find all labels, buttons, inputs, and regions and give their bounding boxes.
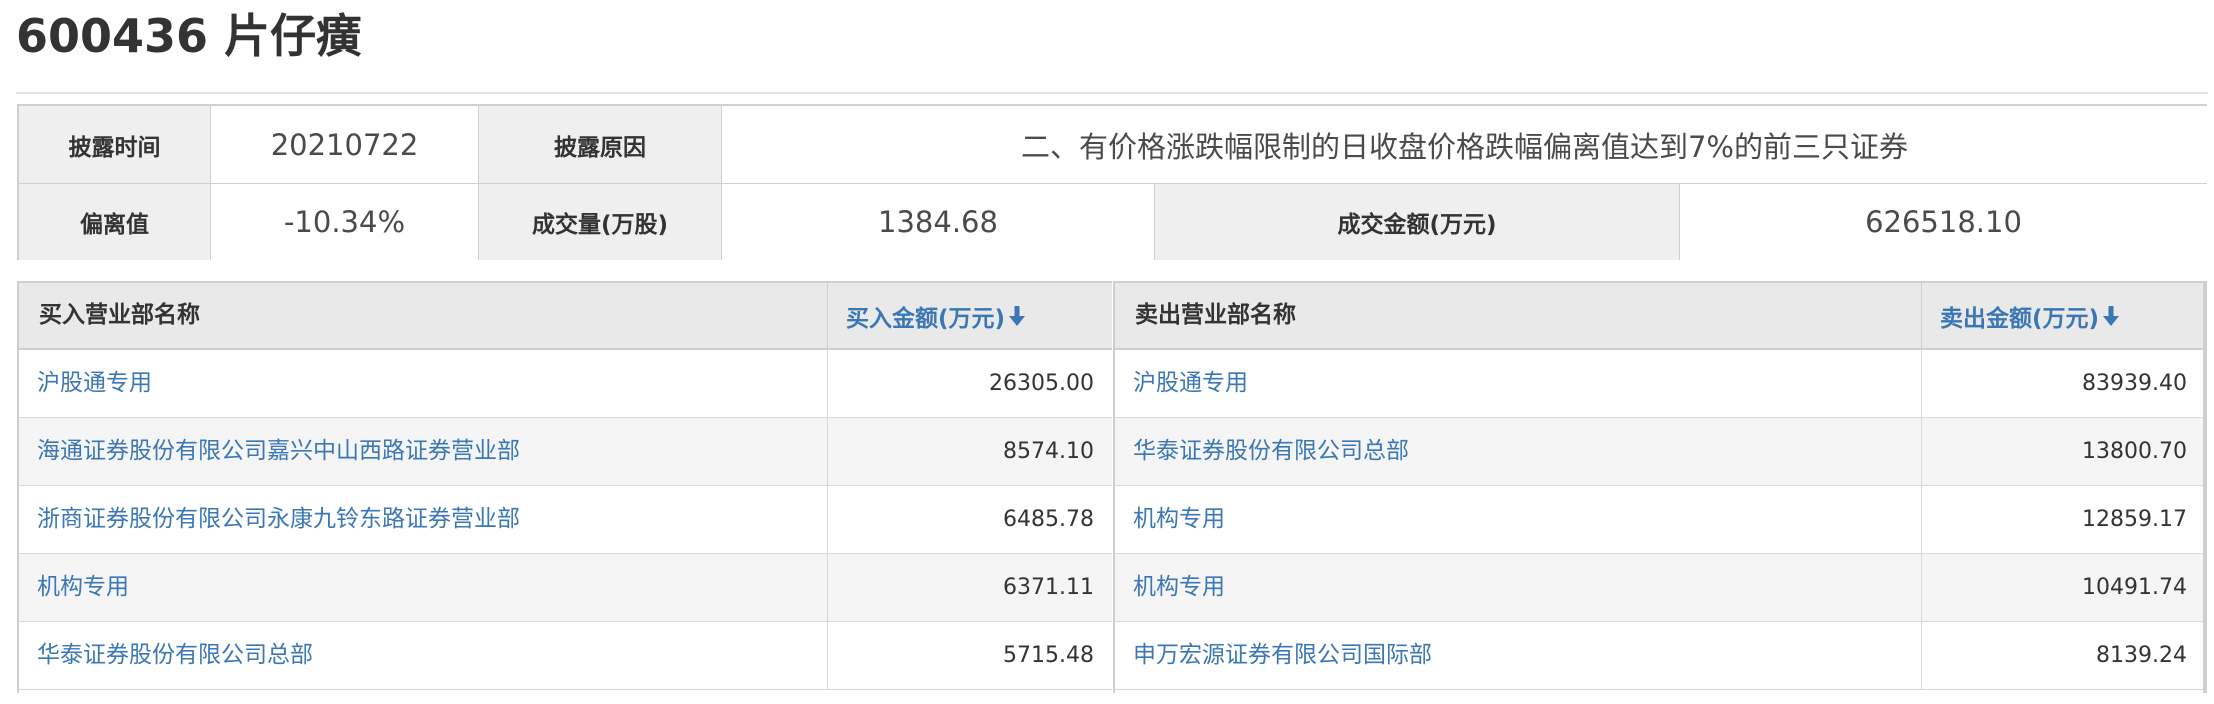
title-divider (16, 92, 2208, 94)
buy-broker-link[interactable]: 海通证券股份有限公司嘉兴中山西路证券营业部 (37, 418, 520, 485)
buy-broker-link[interactable]: 华泰证券股份有限公司总部 (37, 622, 313, 689)
buy-amount: 5715.48 (827, 622, 1112, 689)
sell-broker-link[interactable]: 机构专用 (1133, 554, 1225, 621)
disclosure-time-label: 披露时间 (19, 106, 211, 183)
volume-label: 成交量(万股) (479, 184, 722, 260)
turnover-value: 626518.10 (1680, 184, 2207, 260)
volume-value: 1384.68 (722, 184, 1155, 260)
buy-amount-header-label: 买入金额(万元) (846, 305, 1006, 332)
table-row: 华泰证券股份有限公司总部 5715.48 (19, 622, 1112, 690)
info-row-2: 偏离值 -10.34% 成交量(万股) 1384.68 成交金额(万元) 626… (19, 184, 2207, 260)
table-row: 沪股通专用 83939.40 (1115, 350, 2203, 418)
disclosure-time-value: 20210722 (211, 106, 479, 183)
sell-amount-header-label: 卖出金额(万元) (1940, 305, 2100, 332)
table-row: 机构专用 10491.74 (1115, 554, 2203, 622)
arrow-down-icon (2103, 305, 2120, 326)
table-row: 沪股通专用 26305.00 (19, 350, 1112, 418)
buy-amount: 6371.11 (827, 554, 1112, 621)
buy-broker-link[interactable]: 浙商证券股份有限公司永康九铃东路证券营业部 (37, 486, 520, 553)
table-row: 机构专用 6371.11 (19, 554, 1112, 622)
table-row: 机构专用 12859.17 (1115, 486, 2203, 554)
buy-amount: 6485.78 (827, 486, 1112, 553)
disclosure-reason-label: 披露原因 (479, 106, 722, 183)
info-row-1: 披露时间 20210722 披露原因 二、有价格涨跌幅限制的日收盘价格跌幅偏离值… (19, 106, 2207, 184)
sell-broker-link[interactable]: 华泰证券股份有限公司总部 (1133, 418, 1409, 485)
sell-amount-sort-header[interactable]: 卖出金额(万元) (1921, 283, 2205, 348)
sell-amount: 8139.24 (1921, 622, 2205, 689)
table-row: 浙商证券股份有限公司永康九铃东路证券营业部 6485.78 (19, 486, 1112, 554)
buy-broker-link[interactable]: 沪股通专用 (37, 350, 152, 417)
sell-amount: 12859.17 (1921, 486, 2205, 553)
disclosure-reason-value: 二、有价格涨跌幅限制的日收盘价格跌幅偏离值达到7%的前三只证券 (722, 106, 2207, 183)
sell-broker-link[interactable]: 沪股通专用 (1133, 350, 1248, 417)
sell-amount: 83939.40 (1921, 350, 2205, 417)
sell-name-header: 卖出营业部名称 (1135, 302, 1296, 328)
sell-broker-link[interactable]: 申万宏源证券有限公司国际部 (1133, 622, 1432, 689)
buy-amount-sort-header[interactable]: 买入金额(万元) (827, 283, 1112, 348)
buy-broker-link[interactable]: 机构专用 (37, 554, 129, 621)
sell-table-header: 卖出营业部名称 卖出金额(万元) (1115, 283, 2203, 350)
buy-table-header: 买入营业部名称 买入金额(万元) (19, 283, 1112, 350)
sell-broker-link[interactable]: 机构专用 (1133, 486, 1225, 553)
page-title: 600436 片仔癀 (16, 9, 363, 63)
buy-amount: 26305.00 (827, 350, 1112, 417)
table-row: 申万宏源证券有限公司国际部 8139.24 (1115, 622, 2203, 690)
arrow-down-icon (1009, 305, 1026, 326)
turnover-label: 成交金额(万元) (1155, 184, 1680, 260)
buy-amount: 8574.10 (827, 418, 1112, 485)
sell-amount: 13800.70 (1921, 418, 2205, 485)
disclosure-info-table: 披露时间 20210722 披露原因 二、有价格涨跌幅限制的日收盘价格跌幅偏离值… (17, 104, 2207, 260)
table-row: 海通证券股份有限公司嘉兴中山西路证券营业部 8574.10 (19, 418, 1112, 486)
deviation-value: -10.34% (211, 184, 479, 260)
buy-broker-table: 买入营业部名称 买入金额(万元) 沪股通专用 26305.00 海通证券股份有限… (17, 281, 1112, 693)
table-row: 华泰证券股份有限公司总部 13800.70 (1115, 418, 2203, 486)
deviation-label: 偏离值 (19, 184, 211, 260)
sell-broker-table: 卖出营业部名称 卖出金额(万元) 沪股通专用 83939.40 华泰证券股份有限… (1113, 281, 2207, 693)
buy-name-header: 买入营业部名称 (39, 302, 200, 328)
sell-amount: 10491.74 (1921, 554, 2205, 621)
